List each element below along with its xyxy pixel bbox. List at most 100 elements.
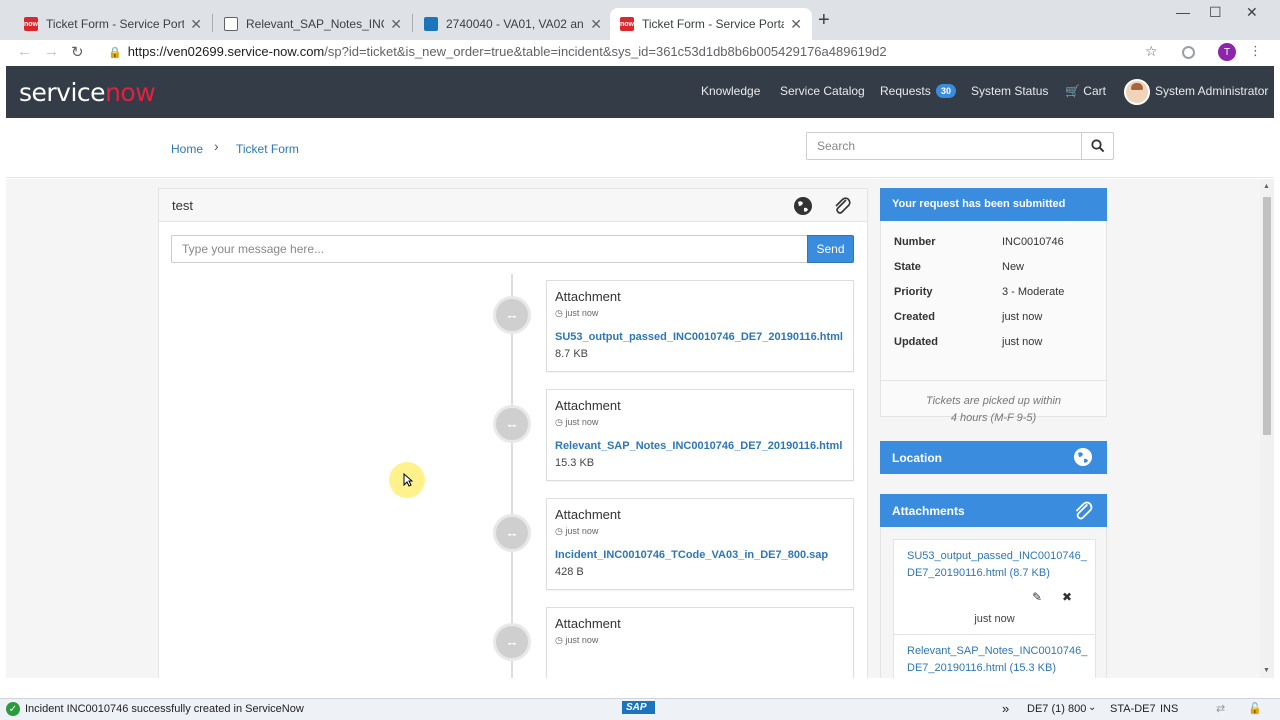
user-avatar[interactable] [1124,79,1150,105]
logo-now: now [105,78,156,107]
page-scrollbar[interactable]: ▲ ▼ [1260,179,1274,678]
breadcrumb-home[interactable]: Home [171,142,203,156]
send-button[interactable]: Send [807,235,854,263]
timeline-avatar: -- [493,296,531,334]
connection-icon: ⇄ [1216,703,1226,715]
maximize-icon[interactable]: ☐ [1209,4,1222,21]
browser-tab-4-active[interactable]: now Ticket Form - Service Portal ✕ [610,8,812,40]
close-tab-icon[interactable]: ✕ [590,16,602,33]
browser-tab-2[interactable]: Relevant_SAP_Notes_INC001074 ✕ [214,8,412,40]
forward-icon[interactable]: → [44,43,59,60]
nav-requests-label: Requests [880,84,931,98]
scroll-thumb[interactable] [1263,197,1271,435]
close-tab-icon[interactable]: ✕ [790,16,802,33]
scroll-up-icon[interactable]: ▲ [1263,183,1270,190]
clock-icon: ◷ [555,635,566,645]
sap-logo: SAP [622,701,655,714]
chevron-down-icon[interactable]: ⌄ [1088,702,1096,713]
file-favicon-icon [224,17,238,31]
entry-time: ◷ just now [555,635,598,646]
user-menu[interactable]: System Administrator [1155,84,1268,98]
nav-knowledge[interactable]: Knowledge [701,84,760,98]
search-input[interactable] [807,133,1081,159]
nav-service-catalog[interactable]: Service Catalog [780,84,865,98]
timeline-entry: Attachment ◷ just now Relevant_SAP_Notes… [546,389,854,481]
entry-time: ◷ just now [555,526,598,537]
pickup-note: Tickets are picked up within 4 hours (M-… [881,380,1106,427]
bookmark-star-icon[interactable]: ☆ [1145,43,1158,60]
attachment-file-link[interactable]: Relevant_SAP_Notes_INC0010746_ DE7_20190… [907,643,1087,677]
attachments-header: Attachments [880,494,1107,527]
chevron-right-icon: › [214,138,219,154]
browser-menu-icon[interactable]: ⋮ [1249,43,1262,59]
request-info-panel: Number INC0010746 State New Priority 3 - Mo… [880,221,1107,424]
servicenow-favicon-icon: now [24,17,38,31]
new-tab-icon[interactable]: + [818,9,830,32]
cart-label: Cart [1083,84,1106,98]
server-info: STA-DE7 [1110,703,1156,715]
requests-count-badge: 30 [936,84,957,98]
pickup-note-line: Tickets are picked up within [925,395,1062,407]
entry-time-text: just now [565,308,599,318]
entry-title: Attachment [555,616,621,631]
mouse-pointer-icon [403,473,413,487]
pencil-edit-icon[interactable]: ✎ [1032,590,1042,604]
timeline-entry: Attachment ◷ just now [546,607,854,678]
conversation-panel: test Send -- Attachment ◷ just now SU53_… [158,188,868,678]
servicenow-logo[interactable]: servicenow [19,78,156,107]
search-button[interactable] [1081,133,1113,159]
browser-tab-1[interactable]: now Ticket Form - Service Portal ✕ [14,8,212,40]
attachment-item: Relevant_SAP_Notes_INC0010746_ DE7_20190… [893,634,1096,678]
ticket-content: test Send -- Attachment ◷ just now SU53_… [6,179,1260,678]
success-check-icon: ✓ [6,702,20,716]
timeline-avatar: -- [493,405,531,443]
timeline-line [511,274,513,678]
paperclip-icon[interactable] [1071,499,1095,523]
request-submitted-header: Your request has been submitted [880,188,1107,221]
reload-icon[interactable]: ↻ [71,43,84,61]
tab-title: Ticket Form - Service Portal [46,17,185,31]
delete-x-icon[interactable]: ✖ [1062,590,1072,604]
expand-status-icon[interactable]: » [1002,701,1009,716]
entry-time-text: just now [565,635,599,645]
nav-requests[interactable]: Requests 30 [880,84,957,98]
timeline-avatar: -- [493,514,531,552]
extension-icon[interactable] [1182,46,1195,59]
location-heading: Location [892,451,942,465]
location-header[interactable]: Location [880,441,1107,474]
nav-system-status[interactable]: System Status [971,84,1048,98]
clock-icon: ◷ [555,526,566,536]
entry-title: Attachment [555,507,621,522]
attachment-link[interactable]: Incident_INC0010746_TCode_VA03_in_DE7_80… [555,549,828,561]
close-window-icon[interactable]: ✕ [1246,4,1258,21]
lock-icon[interactable]: 🔓 [1248,702,1262,715]
nav-cart[interactable]: 🛒 Cart [1065,84,1106,98]
message-input[interactable] [171,235,808,263]
breadcrumb-ticket-form[interactable]: Ticket Form [236,142,299,156]
sap-status-bar: ✓ Incident INC0010746 successfully creat… [0,698,1280,720]
system-info: DE7 (1) 800 [1027,703,1087,715]
servicenow-favicon-icon: now [620,17,634,31]
back-icon[interactable]: ← [17,43,32,60]
browser-tab-strip: now Ticket Form - Service Portal ✕ Relev… [0,0,1280,40]
close-tab-icon[interactable]: ✕ [390,16,402,33]
profile-avatar[interactable]: T [1218,43,1236,61]
close-tab-icon[interactable]: ✕ [190,16,202,33]
attachment-link[interactable]: Relevant_SAP_Notes_INC0010746_DE7_201901… [555,440,842,452]
logo-service: service [19,78,106,107]
timeline-entry: Attachment ◷ just now SU53_output_passed… [546,280,854,372]
minimize-icon[interactable]: — [1176,4,1190,20]
browser-tab-3[interactable]: 2740040 - VA01, VA02 and VA03 ✕ [414,8,612,40]
entry-time-text: just now [565,526,599,536]
attachment-name-line: SU53_output_passed_INC0010746_ [907,550,1087,562]
globe-icon[interactable] [793,196,813,216]
url-field[interactable]: 🔒 https://ven02699.service-now.com/sp?id=… [108,44,887,59]
paperclip-icon[interactable] [831,195,853,217]
cart-icon: 🛒 [1065,84,1080,98]
scroll-down-icon[interactable]: ▼ [1263,667,1270,674]
attachment-name-line: DE7_20190116.html (15.3 KB) [907,662,1056,674]
attachment-link[interactable]: SU53_output_passed_INC0010746_DE7_201901… [555,331,843,343]
attachment-file-link[interactable]: SU53_output_passed_INC0010746_ DE7_20190… [907,548,1087,582]
attachment-size: 428 B [555,566,584,578]
info-label: Number [894,236,936,248]
